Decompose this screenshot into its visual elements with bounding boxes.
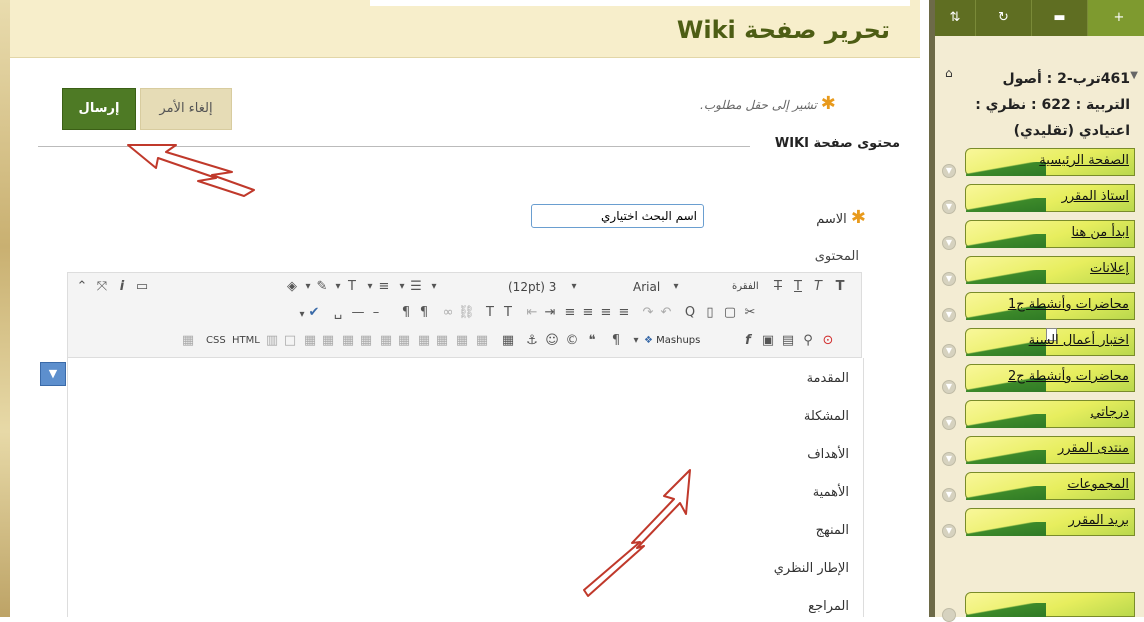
annotation-arrows — [127, 144, 691, 597]
annotation-arrow-up-left — [127, 144, 255, 197]
annotation-arrow-up-right — [583, 469, 691, 597]
